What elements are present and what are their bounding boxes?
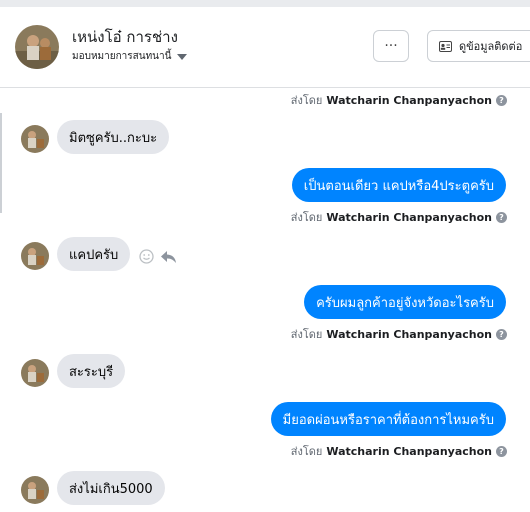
message-outgoing[interactable]: มียอดผ่อนหรือราคาที่ต้องการไหมครับ (270, 402, 506, 436)
assign-label: มอบหมายการสนทนานี้ (72, 51, 172, 62)
scroll-indicator (0, 113, 2, 213)
contact-name: เหน่งโอ๋ การช่าง (72, 28, 178, 46)
sender-avatar[interactable] (21, 359, 49, 387)
message-incoming[interactable]: มิตซูครับ..กะบะ (57, 120, 170, 154)
sent-by-agent: Watcharin Chanpanyachon (326, 444, 492, 458)
sent-by-prefix: ส่งโดย (290, 328, 323, 341)
top-band (0, 0, 530, 7)
conversation-header: เหน่งโอ๋ การช่าง มอบหมายการสนทนานี้ ··· … (0, 7, 530, 88)
message-actions (139, 249, 177, 264)
sender-avatar[interactable] (21, 476, 49, 504)
sent-by-prefix: ส่งโดย (290, 94, 323, 107)
help-icon[interactable]: ? (496, 328, 507, 340)
more-options-button[interactable]: ··· (373, 30, 409, 62)
sender-avatar[interactable] (21, 125, 49, 153)
help-icon[interactable]: ? (496, 94, 507, 106)
contact-card-icon (439, 40, 452, 52)
message-incoming[interactable]: สะระบุรี (57, 354, 126, 388)
view-contact-button[interactable]: ดูข้อมูลติดต่อ (427, 30, 530, 62)
message-incoming[interactable]: แคปครับ (57, 237, 131, 271)
message-outgoing[interactable]: ครับผมลูกค้าอยู่จังหวัดอะไรครับ (304, 285, 506, 319)
reply-icon[interactable] (160, 250, 177, 264)
view-contact-label: ดูข้อมูลติดต่อ (459, 40, 523, 53)
sent-by-agent: Watcharin Chanpanyachon (326, 93, 492, 107)
sent-by-line: ส่งโดย Watcharin Chanpanyachon ? (291, 91, 507, 109)
help-icon[interactable]: ? (496, 445, 507, 457)
message-outgoing[interactable]: เป็นตอนเดียว แคปหรือ4ประตูครับ (291, 168, 506, 202)
more-icon: ··· (384, 38, 398, 54)
sent-by-line: ส่งโดย Watcharin Chanpanyachon ? (291, 325, 507, 343)
sent-by-prefix: ส่งโดย (290, 445, 323, 458)
sent-by-agent: Watcharin Chanpanyachon (326, 327, 492, 341)
sent-by-agent: Watcharin Chanpanyachon (326, 210, 492, 224)
message-incoming[interactable]: ส่งไม่เกิน5000 (57, 471, 165, 505)
sent-by-prefix: ส่งโดย (290, 211, 323, 224)
caret-down-icon (177, 53, 188, 60)
help-icon[interactable]: ? (496, 211, 507, 223)
assign-conversation[interactable]: มอบหมายการสนทนานี้ (72, 49, 188, 64)
sent-by-line: ส่งโดย Watcharin Chanpanyachon ? (291, 442, 507, 460)
sent-by-line: ส่งโดย Watcharin Chanpanyachon ? (291, 208, 507, 226)
contact-avatar[interactable] (15, 25, 59, 69)
sender-avatar[interactable] (21, 242, 49, 270)
react-smiley-icon[interactable] (139, 249, 154, 264)
